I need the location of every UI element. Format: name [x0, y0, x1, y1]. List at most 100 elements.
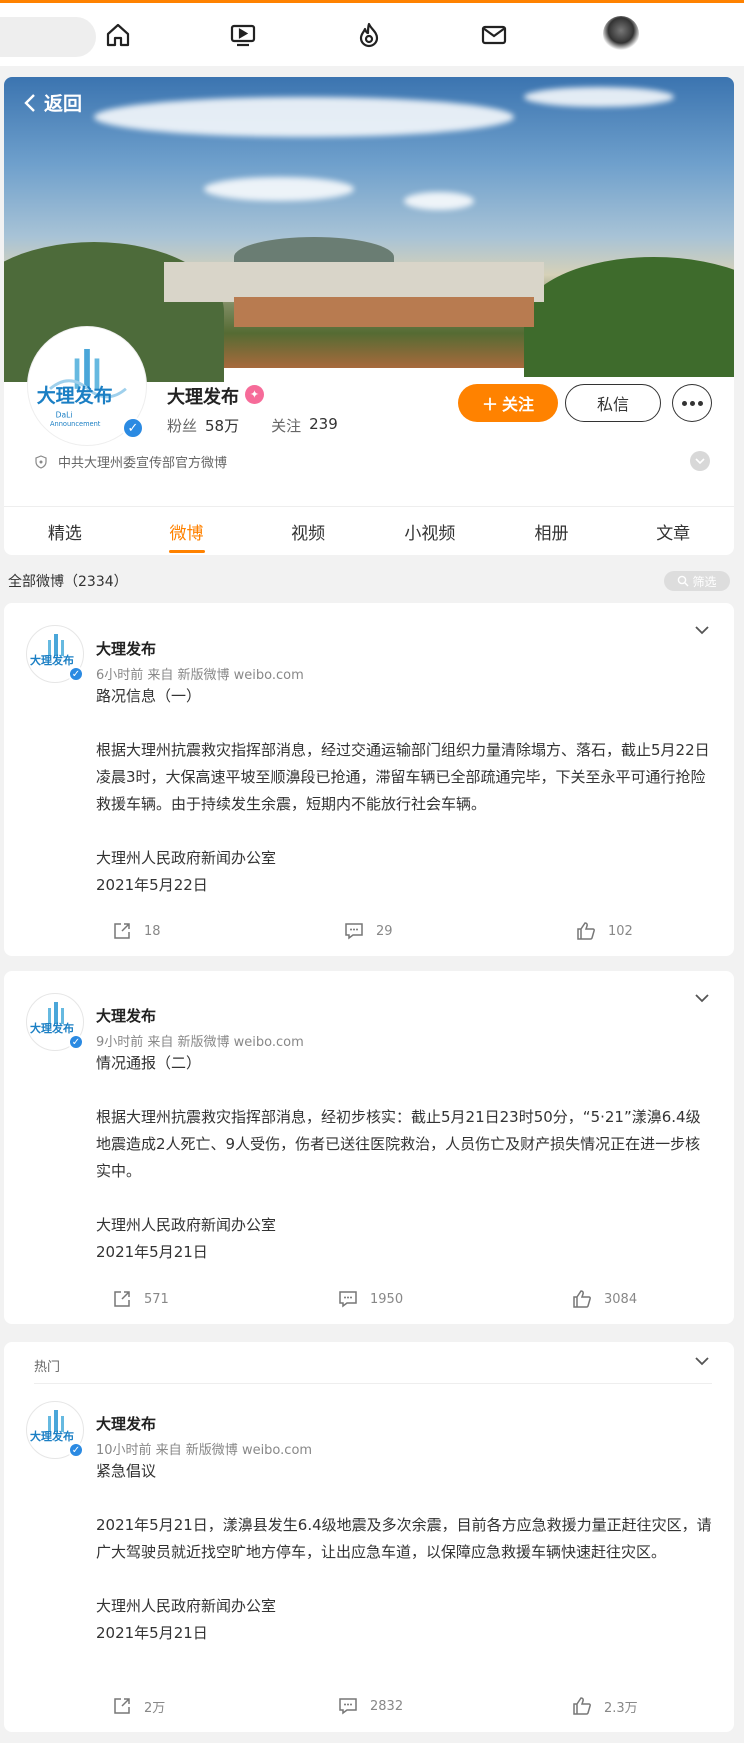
comment-icon [339, 1698, 357, 1715]
tab-article[interactable]: 文章 [612, 507, 734, 555]
comment-count: 1950 [370, 1291, 404, 1307]
search-box[interactable] [0, 17, 96, 57]
logo-sub2: Announcement [50, 420, 101, 428]
avatar-logo-text: 大理发布 [30, 1021, 74, 1035]
tab-featured[interactable]: 精选 [4, 507, 126, 555]
like-count: 2.3万 [604, 1700, 638, 1716]
follow-button[interactable]: ＋ 关注 [458, 384, 558, 422]
chevron-left-icon [24, 93, 35, 112]
post-paragraph: 2021年5月21日，漾濞县发生6.4级地震及多次余震，目前各方应急救援力量正赶… [96, 1516, 712, 1561]
vip-badge-icon: ✦ [245, 385, 264, 404]
verified-badge-icon: ✓ [122, 417, 144, 439]
comment-button[interactable]: 1950 [338, 1289, 403, 1309]
repost-button[interactable]: 571 [112, 1289, 169, 1309]
comment-button[interactable]: 29 [344, 921, 393, 941]
post-body: 路况信息（一） 根据大理州抗震救灾指挥部消息，经过交通运输部门组织力量清除塌方、… [96, 683, 714, 899]
profile-name: 大理发布 [167, 387, 239, 408]
verified-badge-icon: ✓ [68, 1442, 84, 1458]
tab-weibo[interactable]: 微博 [126, 507, 248, 555]
chevron-down-icon[interactable] [694, 993, 710, 1003]
repost-button[interactable]: 2万 [112, 1696, 165, 1716]
post-date: 2021年5月22日 [96, 876, 208, 894]
description-text: 中共大理州委宣传部官方微博 [58, 456, 228, 471]
message-icon[interactable] [478, 19, 510, 51]
post-title: 情况通报（二） [96, 1054, 202, 1072]
post-body: 紧急倡议 2021年5月21日，漾濞县发生6.4级地震及多次余震，目前各方应急救… [96, 1458, 714, 1647]
like-button[interactable]: 3084 [572, 1289, 637, 1309]
like-count: 102 [608, 923, 633, 939]
back-button[interactable]: 返回 [22, 89, 82, 116]
repost-icon [114, 923, 130, 939]
repost-icon [114, 1291, 130, 1307]
profile-avatar[interactable] [603, 16, 639, 52]
like-icon [573, 1697, 591, 1715]
post-paragraph: 根据大理州抗震救灾指挥部消息，经初步核实：截止5月21日23时50分，“5·21… [96, 1108, 701, 1180]
expand-icon[interactable] [690, 451, 710, 471]
dot [689, 400, 695, 406]
more-options-button[interactable] [672, 384, 712, 422]
profile-stats: 粉丝 58万 关注 239 [167, 415, 338, 436]
like-count: 3084 [604, 1291, 638, 1307]
post-signature: 大理州人民政府新闻办公室 [96, 1597, 277, 1615]
comment-icon [339, 1291, 357, 1308]
back-label: 返回 [44, 93, 83, 115]
hot-label: 热门 [34, 1360, 61, 1375]
logo-text: 大理发布 [37, 384, 113, 407]
post-author[interactable]: 大理发布 [96, 1005, 156, 1026]
video-icon[interactable] [227, 19, 259, 51]
message-button[interactable]: 私信 [565, 384, 661, 422]
comment-button[interactable]: 2832 [338, 1696, 403, 1716]
post-card: 大理发布 ✓ 大理发布 9小时前 来自 新版微博 weibo.com 情况通报（… [4, 971, 734, 1324]
fans-value[interactable]: 58万 [205, 415, 239, 436]
tab-album[interactable]: 相册 [491, 507, 613, 555]
home-icon[interactable] [102, 19, 134, 51]
post-card: 大理发布 ✓ 大理发布 6小时前 来自 新版微博 weibo.com 路况信息（… [4, 603, 734, 956]
post-card: 热门 大理发布 ✓ 大理发布 10小时前 来自 新版微博 weibo.com 紧… [4, 1342, 734, 1732]
verified-badge-icon: ✓ [68, 666, 84, 682]
comment-count: 29 [376, 923, 393, 939]
divider [34, 1383, 712, 1384]
post-body: 情况通报（二） 根据大理州抗震救灾指挥部消息，经初步核实：截止5月21日23时5… [96, 1050, 714, 1266]
repost-count: 571 [144, 1291, 169, 1307]
chevron-down-icon[interactable] [694, 625, 710, 635]
post-signature: 大理州人民政府新闻办公室 [96, 1216, 277, 1234]
post-actions: 2万 2832 2.3万 [4, 1696, 734, 1726]
comment-icon [345, 923, 363, 940]
following-value[interactable]: 239 [309, 415, 338, 436]
fans-label: 粉丝 [167, 417, 198, 435]
post-paragraph: 根据大理州抗震救灾指挥部消息，经过交通运输部门组织力量清除塌方、落石，截止5月2… [96, 741, 710, 813]
profile-description: 中共大理州委宣传部官方微博 [34, 452, 227, 471]
top-navigation [0, 0, 744, 66]
tab-short-video[interactable]: 小视频 [369, 507, 491, 555]
search-icon [678, 575, 689, 587]
post-date: 2021年5月21日 [96, 1243, 208, 1261]
post-date: 2021年5月21日 [96, 1624, 208, 1642]
shield-icon [35, 454, 47, 469]
filter-label: 筛选 [692, 574, 717, 589]
repost-button[interactable]: 18 [112, 921, 161, 941]
hot-icon[interactable] [353, 19, 385, 51]
post-author[interactable]: 大理发布 [96, 638, 156, 659]
filter-button[interactable]: 筛选 [664, 571, 730, 591]
post-title: 路况信息（一） [96, 687, 202, 705]
post-signature: 大理州人民政府新闻办公室 [96, 849, 277, 867]
repost-count: 18 [144, 923, 161, 939]
post-actions: 571 1950 3084 [4, 1289, 734, 1319]
post-meta: 9小时前 来自 新版微博 weibo.com [96, 1035, 304, 1050]
like-icon [577, 922, 595, 940]
repost-count: 2万 [144, 1700, 166, 1716]
post-author[interactable]: 大理发布 [96, 1413, 156, 1434]
avatar-logo-text: 大理发布 [30, 653, 74, 667]
all-posts-count: 全部微博（2334） [8, 574, 128, 590]
verified-badge-icon: ✓ [68, 1034, 84, 1050]
post-meta: 6小时前 来自 新版微博 weibo.com [96, 668, 304, 683]
tab-video[interactable]: 视频 [247, 507, 369, 555]
dot [697, 400, 703, 406]
like-button[interactable]: 2.3万 [572, 1696, 638, 1716]
like-button[interactable]: 102 [576, 921, 633, 941]
post-actions: 18 29 102 [4, 921, 734, 951]
post-title: 紧急倡议 [96, 1462, 157, 1480]
dot [681, 400, 687, 406]
avatar-logo-text: 大理发布 [30, 1429, 74, 1443]
chevron-down-icon[interactable] [694, 1356, 710, 1366]
